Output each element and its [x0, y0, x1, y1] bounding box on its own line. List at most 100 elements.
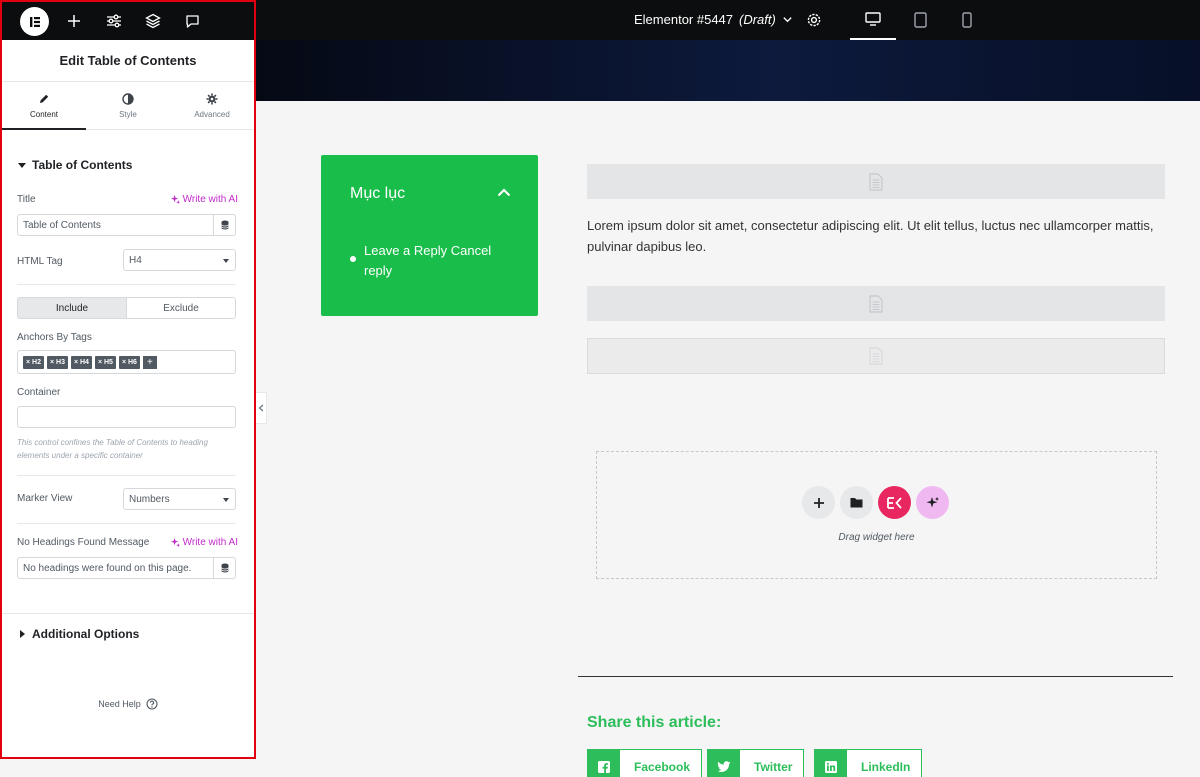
desktop-icon — [865, 12, 881, 26]
elementskit-library-button[interactable] — [878, 486, 911, 519]
section-additional-options-toggle[interactable]: Additional Options — [18, 627, 139, 641]
elementor-logo-icon[interactable] — [20, 7, 49, 36]
add-template-button[interactable] — [840, 486, 873, 519]
exclude-tab[interactable]: Exclude — [127, 298, 235, 318]
panel-body: Edit Table of Contents Content Style Adv… — [2, 40, 254, 757]
share-title: Share this article: — [587, 714, 722, 731]
html-tag-select[interactable]: H4 — [123, 249, 236, 271]
placeholder-widget[interactable] — [587, 286, 1165, 321]
no-headings-input[interactable]: No headings were found on this page. — [17, 557, 236, 579]
gear-icon — [206, 93, 218, 104]
tablet-view-button[interactable] — [897, 0, 943, 40]
divider — [17, 284, 236, 285]
document-icon — [869, 172, 883, 191]
title-write-with-ai-link[interactable]: Write with AI — [170, 194, 238, 205]
toc-list-item[interactable]: Leave a Reply Cancel reply — [350, 241, 510, 281]
no-headings-label: No Headings Found Message — [17, 537, 150, 548]
section-toc-toggle[interactable]: Table of Contents — [18, 158, 132, 172]
sparkle-icon — [926, 496, 939, 507]
half-circle-icon — [122, 92, 134, 105]
add-tag-plus-icon[interactable]: + — [142, 355, 157, 369]
share-twitter-button[interactable]: Twitter — [707, 749, 805, 777]
container-input[interactable] — [17, 406, 236, 428]
tab-style[interactable]: Style — [86, 82, 170, 129]
include-exclude-switch: Include Exclude — [17, 297, 236, 319]
database-icon — [220, 563, 229, 573]
html-tag-value: H4 — [129, 254, 142, 266]
anchor-tag-h4[interactable]: × H4 — [70, 355, 92, 369]
toc-widget[interactable]: Mục lục Leave a Reply Cancel reply — [321, 155, 538, 316]
tab-content-label: Content — [29, 109, 59, 119]
add-element-icon[interactable] — [64, 11, 84, 31]
chevron-left-icon — [258, 404, 263, 412]
toc-collapse-chevron-icon[interactable] — [497, 188, 511, 197]
document-icon — [869, 294, 883, 313]
drag-widget-here-label: Drag widget here — [838, 532, 915, 543]
panel-tabs: Content Style Advanced — [2, 82, 254, 130]
placeholder-widget[interactable] — [587, 164, 1165, 199]
title-input[interactable]: Table of Contents — [17, 214, 236, 236]
editor-panel: Edit Table of Contents Content Style Adv… — [0, 0, 256, 759]
share-facebook-button[interactable]: Facebook — [587, 749, 703, 777]
placeholder-widget[interactable] — [587, 338, 1165, 374]
document-status: (Draft) — [739, 12, 776, 27]
mobile-icon — [962, 12, 972, 28]
html-tag-label: HTML Tag — [17, 256, 63, 267]
chevron-down-icon — [783, 17, 792, 23]
linkedin-label: LinkedIn — [861, 760, 911, 774]
add-new-container-button[interactable] — [802, 486, 835, 519]
sparkle-icon — [170, 538, 180, 547]
share-linkedin-button[interactable]: LinkedIn — [814, 749, 923, 777]
settings-gear-icon[interactable] — [804, 10, 824, 30]
marker-view-label: Marker View — [17, 493, 73, 504]
structure-layers-icon[interactable] — [143, 11, 163, 31]
tab-content[interactable]: Content — [2, 82, 86, 130]
section-divider — [2, 613, 254, 614]
mobile-view-button[interactable] — [944, 0, 990, 40]
dynamic-tags-button[interactable] — [213, 558, 235, 578]
tab-advanced-label: Advanced — [194, 109, 230, 119]
write-with-ai-label: Write with AI — [182, 537, 238, 548]
caret-right-icon — [20, 630, 25, 638]
anchor-tag-h2[interactable]: × H2 — [23, 355, 44, 369]
drop-zone[interactable]: Drag widget here — [596, 451, 1157, 579]
panel-toolbar — [2, 2, 254, 40]
tablet-icon — [913, 12, 927, 28]
document-icon — [869, 347, 883, 365]
anchor-tag-h3[interactable]: × H3 — [46, 355, 68, 369]
section-additional-options-title: Additional Options — [32, 627, 140, 641]
desktop-view-button[interactable] — [850, 0, 896, 40]
marker-view-select[interactable]: Numbers — [123, 488, 236, 510]
twitter-label: Twitter — [754, 760, 793, 774]
comments-icon[interactable] — [182, 11, 202, 31]
horizontal-divider — [578, 676, 1173, 677]
sparkle-icon — [170, 195, 180, 204]
title-input-value: Table of Contents — [23, 219, 101, 231]
database-icon — [220, 220, 229, 230]
anchors-tags-field[interactable]: × H2 × H3 × H4 × H5 × H6 + — [17, 350, 236, 374]
anchor-tag-h5[interactable]: × H5 — [94, 355, 116, 369]
site-settings-sliders-icon[interactable] — [104, 11, 124, 31]
text-paragraph[interactable]: Lorem ipsum dolor sit amet, consectetur … — [587, 215, 1167, 257]
need-help-link[interactable]: Need Help — [2, 698, 254, 710]
dynamic-tags-button[interactable] — [213, 215, 235, 235]
no-headings-input-value: No headings were found on this page. — [23, 562, 192, 574]
marker-view-value: Numbers — [129, 493, 170, 505]
anchors-by-tags-label: Anchors By Tags — [17, 332, 92, 343]
no-headings-write-with-ai-link[interactable]: Write with AI — [170, 537, 238, 548]
document-title-menu[interactable]: Elementor #5447 (Draft) — [634, 12, 793, 27]
include-tab[interactable]: Include — [18, 298, 127, 318]
ai-generate-button[interactable] — [916, 486, 949, 519]
tab-advanced[interactable]: Advanced — [170, 82, 254, 129]
facebook-icon — [588, 749, 620, 777]
toc-title: Mục lục — [350, 185, 406, 202]
facebook-label: Facebook — [634, 760, 691, 774]
anchor-tag-h6[interactable]: × H6 — [118, 355, 140, 369]
write-with-ai-label: Write with AI — [182, 194, 238, 205]
twitter-icon — [708, 749, 740, 777]
hero-banner — [255, 40, 1200, 101]
collapse-panel-button[interactable] — [255, 392, 267, 424]
title-label: Title — [17, 194, 36, 205]
panel-heading: Edit Table of Contents — [2, 40, 254, 82]
document-name: Elementor #5447 — [634, 12, 734, 27]
